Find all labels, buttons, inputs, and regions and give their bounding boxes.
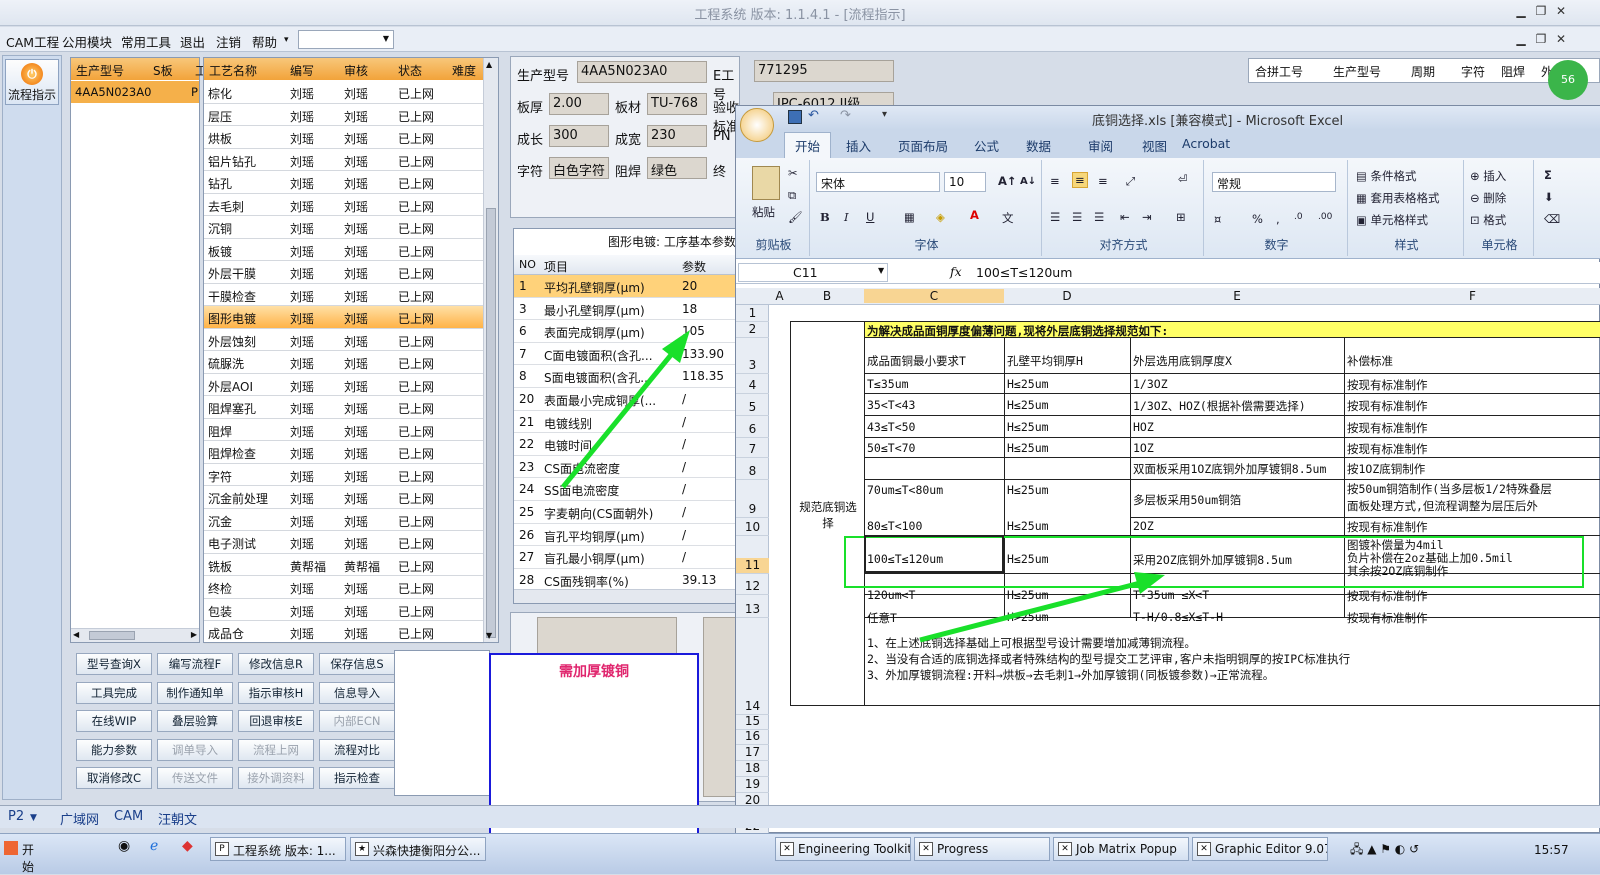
task-graphic-editor[interactable]: ✕ Graphic Editor 9.07b... — [1192, 837, 1328, 861]
task-label: Graphic Editor 9.07b... — [1215, 842, 1327, 856]
task-label: Job Matrix Popup — [1076, 842, 1177, 856]
window-x-icon: ✕ — [919, 842, 933, 856]
task-engineering-system[interactable]: P 工程系统 版本: 1... — [210, 837, 346, 861]
bottom-tab-bar: P2 ▼ 广域网 CAM 汪朝文 — [0, 805, 1600, 828]
app-icon[interactable]: ◆ — [182, 838, 193, 854]
tray-icons[interactable]: 🖧 ▲ ⚑ ◐ ↺ — [1350, 840, 1419, 861]
arrow-head-2 — [1134, 572, 1165, 594]
windows-icon — [4, 841, 18, 855]
start-label: 开始 — [22, 843, 35, 874]
clock: 15:57 — [1534, 843, 1569, 857]
office-button-icon[interactable] — [740, 108, 774, 142]
task-engineering-toolkit[interactable]: ✕ Engineering Toolkit 9... — [775, 837, 911, 861]
task-label: Engineering Toolkit 9... — [798, 842, 911, 856]
tab-p2[interactable]: P2 — [8, 809, 24, 824]
chevron-down-icon[interactable]: ▼ — [30, 813, 37, 823]
ie-icon[interactable]: ℯ — [150, 838, 158, 854]
arrow-line-1 — [561, 348, 677, 489]
task-browser[interactable]: ★ 兴森快捷衡阳分公... — [350, 837, 486, 861]
window-x-icon: ✕ — [1197, 842, 1211, 856]
task-label: 工程系统 版本: 1... — [233, 844, 336, 858]
annotation-arrows — [561, 330, 1165, 643]
task-job-matrix[interactable]: ✕ Job Matrix Popup — [1053, 837, 1189, 861]
chrome-icon[interactable]: ◉ — [118, 838, 130, 854]
window-x-icon: ✕ — [780, 842, 794, 856]
start-button[interactable]: 开始 — [0, 837, 50, 874]
app-p-icon: P — [215, 842, 229, 856]
task-label: 兴森快捷衡阳分公... — [373, 844, 481, 858]
tab-wan[interactable]: 广域网 — [60, 809, 99, 828]
window-x-icon: ✕ — [1058, 842, 1072, 856]
star-icon: ★ — [355, 842, 369, 856]
tab-cam[interactable]: CAM — [114, 809, 143, 824]
tab-user[interactable]: 汪朝文 — [158, 809, 197, 828]
task-progress[interactable]: ✕ Progress — [914, 837, 1050, 861]
task-label: Progress — [937, 842, 989, 856]
taskbar: 开始 ◉ ℯ ◆ P 工程系统 版本: 1... ★ 兴森快捷衡阳分公... ✕ En… — [0, 833, 1600, 874]
arrow-line-2 — [919, 580, 1141, 643]
